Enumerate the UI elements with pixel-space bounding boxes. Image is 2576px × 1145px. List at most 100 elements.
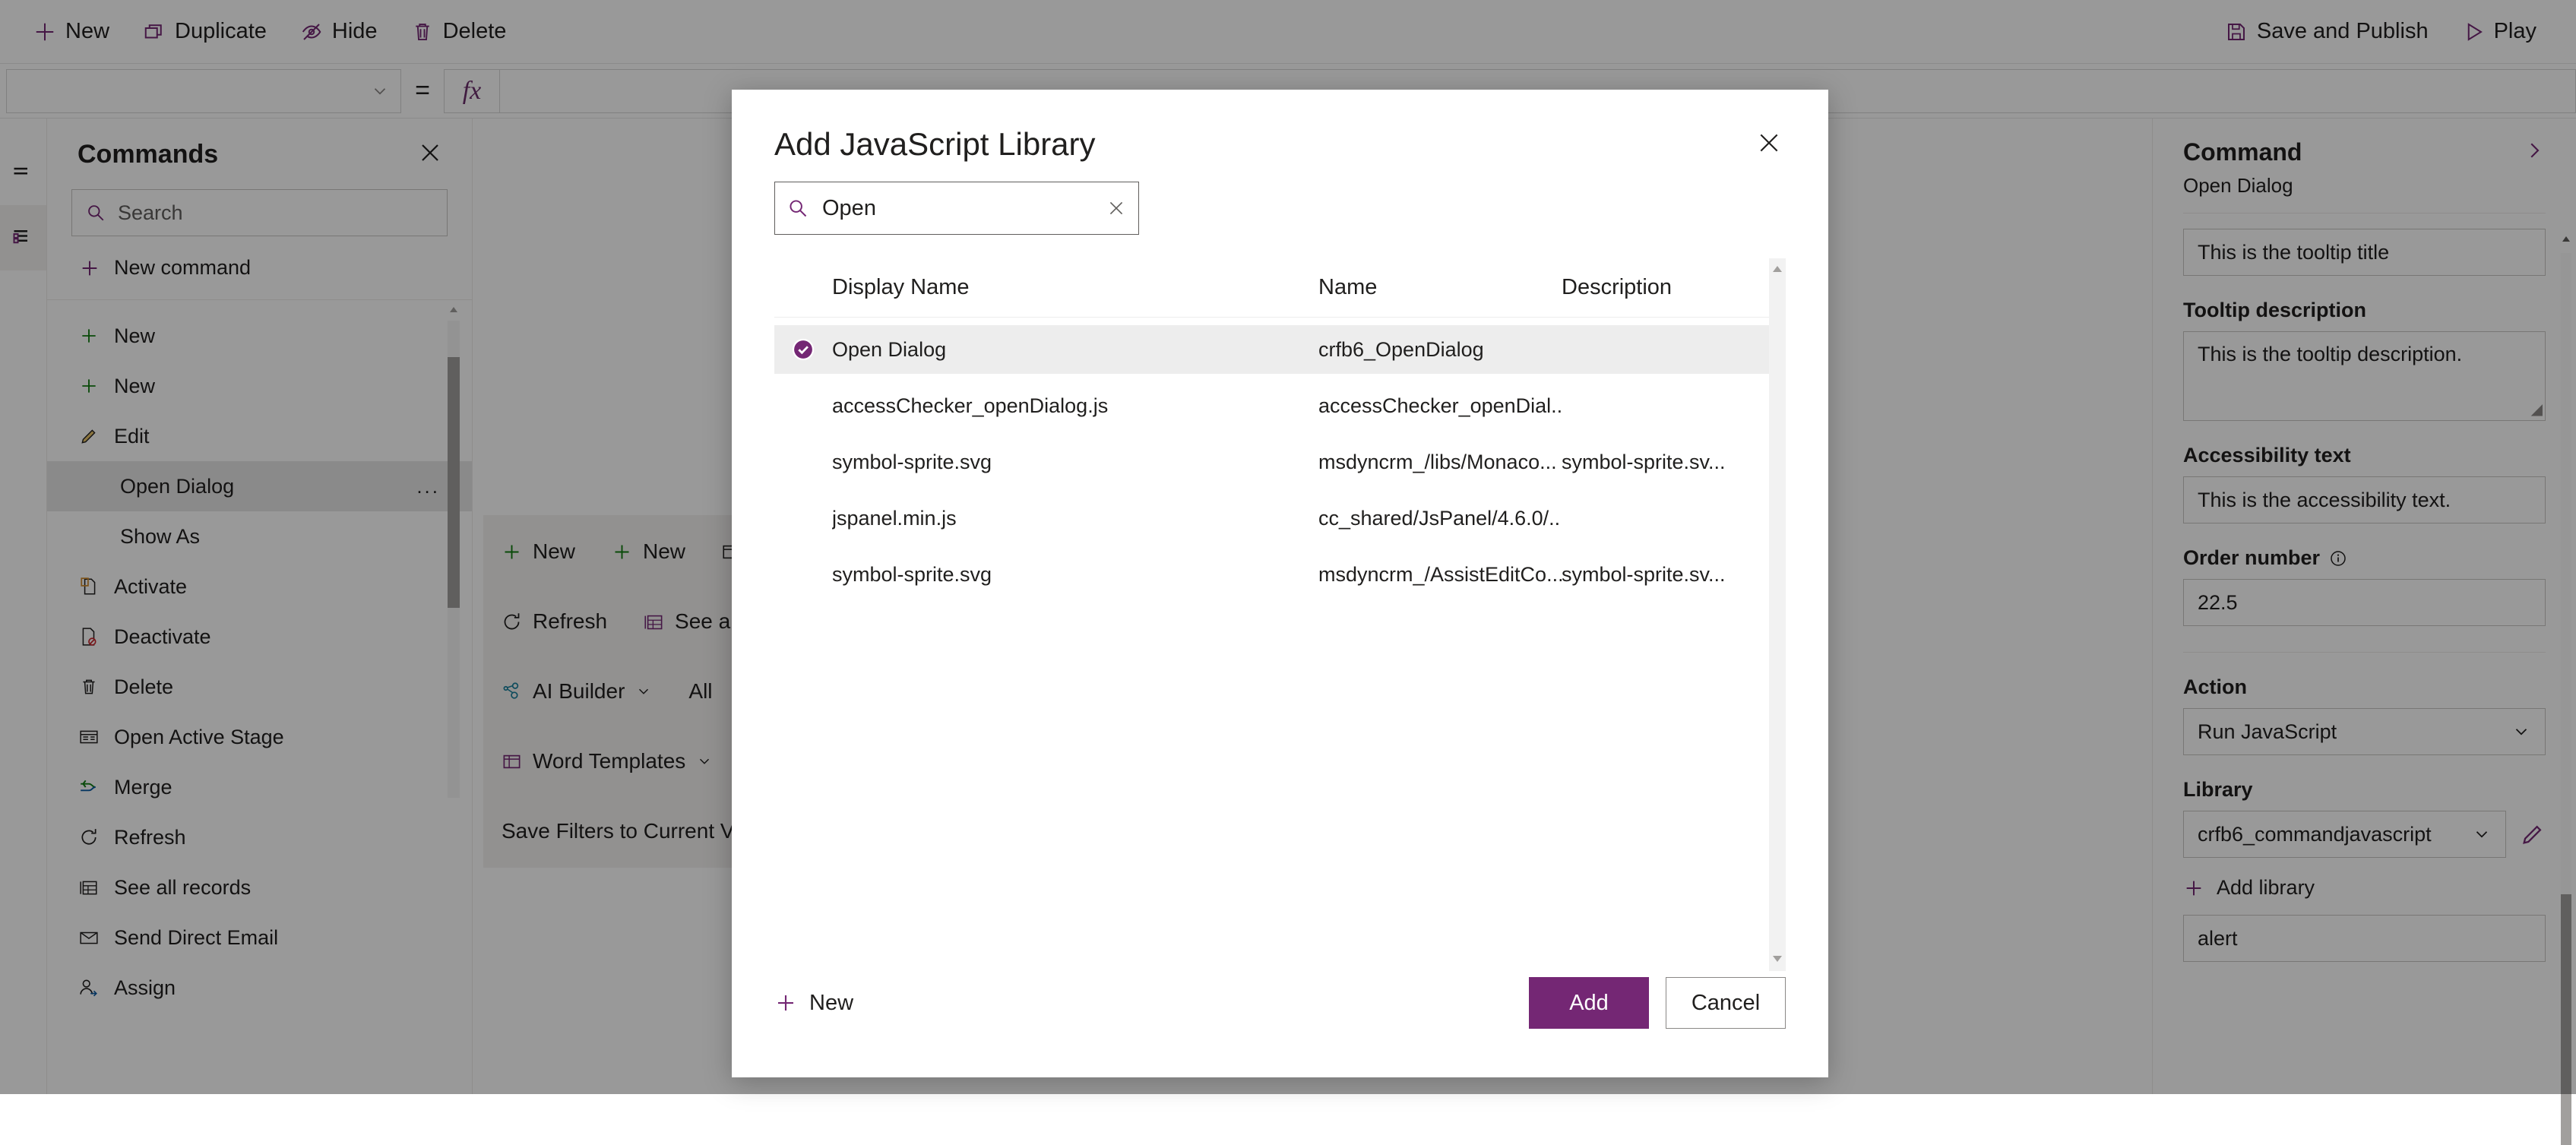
action-label: Action (2183, 675, 2247, 698)
accessibility-text-field[interactable]: This is the accessibility text. (2183, 476, 2546, 523)
dialog-search-row: Open (732, 163, 1828, 235)
chevron-down-icon (635, 683, 652, 700)
dialog-list-scrollbar[interactable] (1769, 258, 1786, 971)
library-value: crfb6_commandjavascript (2198, 822, 2432, 846)
dialog-close-button[interactable] (1752, 126, 1786, 163)
cancel-button[interactable]: Cancel (1666, 977, 1786, 1029)
table-row[interactable]: jspanel.min.js cc_shared/JsPanel/4.6.0/.… (774, 494, 1769, 542)
canvas-button-all[interactable]: All (670, 655, 730, 728)
scrollbar-thumb[interactable] (2561, 894, 2571, 1145)
word-icon (502, 751, 522, 772)
scroll-up-arrow-icon[interactable] (448, 304, 459, 321)
close-icon (419, 141, 441, 164)
scroll-down-arrow-icon[interactable] (1772, 953, 1783, 966)
assign-user-icon (79, 978, 99, 998)
canvas-button-word-templates[interactable]: Word Templates (483, 725, 731, 798)
add-library-button[interactable]: Add library (2183, 876, 2546, 900)
commands-search-input[interactable]: Search (71, 189, 448, 236)
property-select[interactable] (6, 68, 401, 113)
canvas-button-ai-builder[interactable]: AI Builder (483, 655, 670, 728)
table-header-row: Display Name Name Description (774, 258, 1769, 318)
list-item[interactable]: Refresh (47, 812, 472, 862)
edit-library-pencil-icon[interactable] (2520, 821, 2546, 847)
library-select[interactable]: crfb6_commandjavascript (2183, 811, 2506, 858)
canvas-button-label: New (533, 539, 576, 563)
list-item[interactable]: Open Active Stage (47, 712, 472, 762)
list-item[interactable]: See all records (47, 862, 472, 913)
toolbar-duplicate-button[interactable]: Duplicate (126, 0, 283, 64)
list-item[interactable]: Merge (47, 762, 472, 812)
canvas-button-new-1[interactable]: New (483, 515, 593, 588)
tooltip-title-field[interactable]: This is the tooltip title (2183, 229, 2546, 276)
column-header-name[interactable]: Name (1318, 275, 1562, 300)
column-header-description[interactable]: Description (1562, 275, 1769, 300)
cell-name: accessChecker_openDial... (1318, 394, 1562, 417)
commands-list-scrollbar[interactable] (448, 304, 460, 798)
function-name-field[interactable]: alert (2183, 915, 2546, 962)
properties-scrollbar[interactable] (2561, 233, 2571, 1145)
canvas-button-new-2[interactable]: New (593, 515, 704, 588)
clear-x-icon[interactable] (1106, 198, 1126, 218)
plus-icon (79, 258, 100, 279)
sidebar-item-open-dialog[interactable]: Open Dialog ... (47, 461, 472, 511)
canvas-button-label: Save Filters to Current View (502, 819, 767, 843)
table-row[interactable]: accessChecker_openDialog.js accessChecke… (774, 381, 1769, 430)
column-header-display-name[interactable]: Display Name (832, 275, 1318, 300)
dialog-new-button[interactable]: New (774, 991, 853, 1016)
action-select[interactable]: Run JavaScript (2183, 708, 2546, 755)
list-item[interactable]: Delete (47, 662, 472, 712)
canvas-button-label: AI Builder (533, 679, 625, 703)
play-button[interactable]: Play (2445, 0, 2553, 64)
commands-panel-close-button[interactable] (419, 141, 441, 168)
list-item[interactable]: Show As (47, 511, 472, 561)
table-row[interactable]: symbol-sprite.svg msdyncrm_/libs/Monaco.… (774, 438, 1769, 486)
dialog-new-label: New (809, 990, 854, 1015)
list-item[interactable]: New (47, 311, 472, 361)
table-icon (644, 612, 664, 632)
fx-button[interactable]: fx (444, 68, 500, 113)
list-item[interactable]: Edit (47, 411, 472, 461)
canvas-button-refresh[interactable]: Refresh (483, 585, 625, 658)
info-icon[interactable] (2329, 549, 2347, 568)
scrollbar-track[interactable] (2561, 253, 2571, 962)
resize-grip-icon[interactable]: ◢ (2531, 400, 2543, 419)
refresh-icon (79, 827, 99, 847)
toolbar-hide-button[interactable]: Hide (283, 0, 394, 64)
dialog-header: Add JavaScript Library (732, 90, 1828, 163)
order-number-field[interactable]: 22.5 (2183, 579, 2546, 626)
chevron-down-icon (2472, 824, 2492, 844)
trash-icon (411, 21, 434, 43)
overflow-menu-icon[interactable]: ... (416, 475, 440, 498)
tooltip-description-field[interactable]: This is the tooltip description. ◢ (2183, 331, 2546, 421)
dialog-search-input[interactable]: Open (774, 182, 1139, 235)
list-item[interactable]: New (47, 361, 472, 411)
toolbar-delete-button[interactable]: Delete (394, 0, 524, 64)
list-item-label: See all records (114, 875, 252, 899)
list-item[interactable]: Assign (47, 963, 472, 1013)
row-selected-check[interactable] (774, 337, 832, 362)
library-row: crfb6_commandjavascript (2183, 811, 2546, 858)
save-and-publish-button[interactable]: Save and Publish (2208, 0, 2445, 64)
scroll-up-arrow-icon[interactable] (2561, 233, 2571, 251)
list-item[interactable]: Deactivate (47, 612, 472, 662)
rail-hamburger-button[interactable] (0, 140, 46, 205)
new-command-button[interactable]: New command (47, 236, 472, 299)
save-and-publish-label: Save and Publish (2256, 19, 2429, 43)
list-item-label: New (114, 374, 156, 397)
table-row[interactable]: symbol-sprite.svg msdyncrm_/AssistEditCo… (774, 550, 1769, 599)
list-item-label: Open Active Stage (114, 725, 284, 748)
pencil-icon (79, 426, 99, 446)
table-row[interactable]: Open Dialog crfb6_OpenDialog (774, 325, 1769, 374)
list-item[interactable]: Send Direct Email (47, 913, 472, 963)
save-icon (2225, 21, 2248, 43)
toolbar-new-button[interactable]: New (17, 0, 126, 64)
list-item-label: Assign (114, 976, 176, 999)
add-button[interactable]: Add (1529, 977, 1649, 1029)
list-item[interactable]: Activate (47, 561, 472, 612)
rail-commands-button[interactable] (0, 205, 46, 270)
scroll-up-arrow-icon[interactable] (1772, 263, 1783, 277)
scrollbar-thumb[interactable] (448, 357, 460, 608)
properties-panel-header: Command Open Dialog (2153, 119, 2576, 214)
properties-panel-expand-button[interactable] (2523, 139, 2546, 166)
cell-name: msdyncrm_/libs/Monaco... (1318, 450, 1557, 473)
